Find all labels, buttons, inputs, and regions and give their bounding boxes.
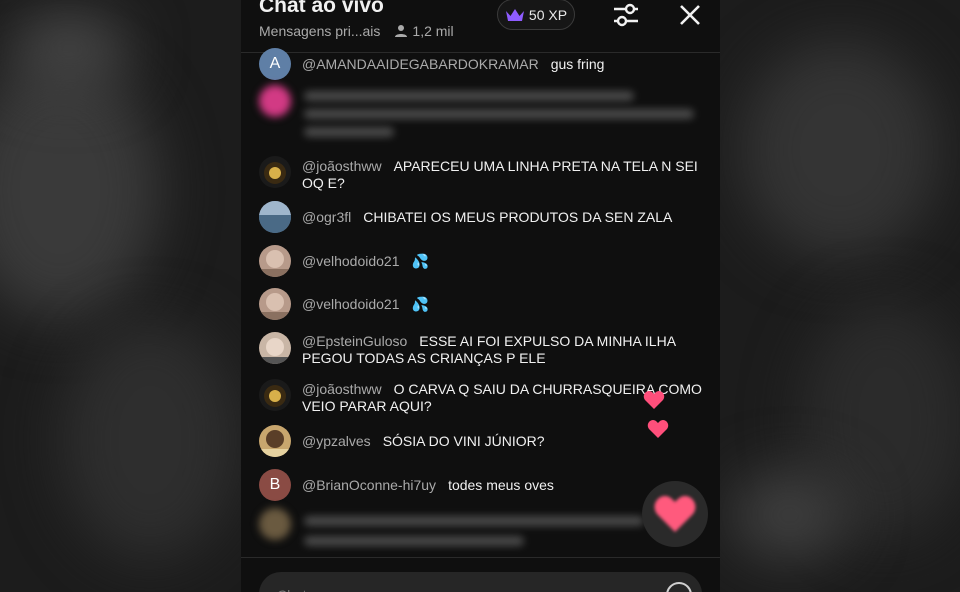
avatar[interactable]: [259, 288, 291, 320]
background-blur-right: [720, 0, 960, 592]
chat-author[interactable]: @AMANDAAIDEGABARDOKRAMAR: [302, 56, 539, 72]
chat-feed[interactable]: A @AMANDAAIDEGABARDOKRAMAR gus fring @joã…: [241, 48, 720, 558]
heart-icon: [654, 496, 696, 532]
chat-author[interactable]: @joãosthww: [302, 158, 382, 174]
divider: [241, 557, 720, 558]
heart-icon: [643, 391, 665, 409]
chat-author[interactable]: @velhodoido21: [302, 253, 400, 269]
chat-message: @velhodoido21 💦: [259, 288, 702, 320]
close-button[interactable]: [673, 0, 707, 30]
chat-text: 💦: [411, 296, 429, 312]
chat-message: @ogr3fl CHIBATEI OS MEUS PRODUTOS DA SEN …: [259, 201, 702, 233]
chat-message: @velhodoido21 💦: [259, 245, 702, 277]
chat-header: Chat ao vivo Mensagens pri...ais 1,2 mil…: [241, 0, 720, 53]
xp-badge-button[interactable]: 50 XP: [497, 0, 575, 30]
chat-message-body: @BrianOconne-hi7uy todes meus oves: [302, 477, 702, 494]
chat-message-body: @AMANDAAIDEGABARDOKRAMAR gus fring: [302, 56, 702, 73]
chat-message: @ypzalves SÓSIA DO VINI JÚNIOR?: [259, 425, 702, 457]
avatar[interactable]: [259, 245, 291, 277]
avatar[interactable]: [259, 332, 291, 364]
avatar[interactable]: B: [259, 469, 291, 501]
react-heart-button[interactable]: [642, 481, 708, 547]
heart-icon: [647, 420, 669, 438]
person-icon: [395, 25, 408, 37]
chat-text: gus fring: [550, 56, 605, 72]
chat-title: Chat ao vivo: [259, 0, 384, 17]
avatar[interactable]: [259, 156, 291, 188]
avatar[interactable]: [259, 379, 291, 411]
chat-text: CHIBATEI OS MEUS PRODUTOS DA SEN ZALA: [363, 209, 673, 225]
chat-author[interactable]: @joãosthww: [302, 381, 382, 397]
viewer-count-label: 1,2 mil: [412, 23, 454, 39]
chat-message-body: @ogr3fl CHIBATEI OS MEUS PRODUTOS DA SEN …: [302, 209, 702, 226]
chat-author[interactable]: @BrianOconne-hi7uy: [302, 477, 436, 493]
chat-author[interactable]: @velhodoido21: [302, 296, 400, 312]
chat-message-body: @velhodoido21 💦: [302, 253, 702, 270]
chat-message: @joãosthww O CARVA Q SAIU DA CHURRASQUEIR…: [259, 379, 702, 415]
background-blur-left: [0, 0, 241, 592]
emoji-icon[interactable]: [666, 582, 692, 592]
live-chat-panel: Chat ao vivo Mensagens pri...ais 1,2 mil…: [241, 0, 720, 592]
chat-message-body: @joãosthww APARECEU UMA LINHA PRETA NA TE…: [302, 158, 702, 192]
avatar[interactable]: A: [259, 48, 291, 80]
chat-message: @EpsteinGuloso ESSE AI FOI EXPULSO DA MIN…: [259, 332, 702, 368]
chat-message-body: @velhodoido21 💦: [302, 296, 702, 313]
viewer-count: 1,2 mil: [394, 23, 454, 39]
chat-text: 💦: [411, 253, 429, 269]
chat-input-bar: [259, 572, 702, 592]
chat-message: B @BrianOconne-hi7uy todes meus oves: [259, 469, 702, 501]
settings-button[interactable]: [609, 0, 643, 30]
chat-mode-dropdown[interactable]: Mensagens pri...ais: [259, 23, 380, 39]
chat-author[interactable]: @ogr3fl: [302, 209, 351, 225]
avatar[interactable]: [259, 425, 291, 457]
chat-text: SÓSIA DO VINI JÚNIOR?: [382, 433, 545, 449]
xp-label: 50 XP: [528, 6, 568, 23]
sliders-icon: [614, 3, 638, 27]
close-icon: [680, 5, 700, 25]
chat-message-blurred: [259, 508, 702, 554]
chat-input[interactable]: [275, 582, 639, 592]
chat-author[interactable]: @EpsteinGuloso: [302, 333, 407, 349]
chat-author[interactable]: @ypzalves: [302, 433, 371, 449]
crown-icon: [505, 8, 524, 21]
chat-text: todes meus oves: [448, 477, 554, 493]
avatar: [259, 508, 291, 540]
chat-message-body: @joãosthww O CARVA Q SAIU DA CHURRASQUEIR…: [302, 381, 702, 415]
avatar[interactable]: [259, 201, 291, 233]
chat-message-body: @EpsteinGuloso ESSE AI FOI EXPULSO DA MIN…: [302, 333, 702, 367]
chat-message-blurred: [259, 85, 702, 145]
chat-message-body: @ypzalves SÓSIA DO VINI JÚNIOR?: [302, 433, 702, 450]
chat-message: @joãosthww APARECEU UMA LINHA PRETA NA TE…: [259, 156, 702, 192]
chat-message: A @AMANDAAIDEGABARDOKRAMAR gus fring: [259, 48, 702, 80]
avatar: [259, 85, 291, 117]
chat-subheader: Mensagens pri...ais 1,2 mil: [259, 23, 454, 39]
